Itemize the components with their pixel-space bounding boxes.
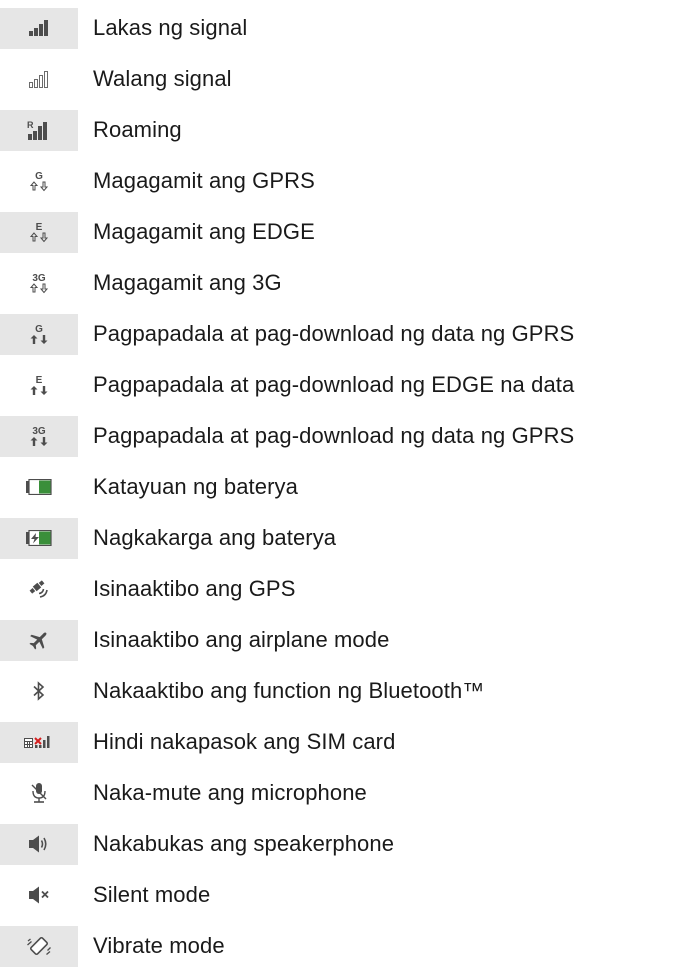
microphone-muted-icon	[31, 783, 47, 803]
list-item: G Magagamit ang GPRS	[0, 158, 673, 209]
item-label: Roaming	[93, 117, 182, 142]
item-label: Pagpapadala at pag-download ng data ng G…	[93, 321, 575, 346]
item-label: Nakabukas ang speakerphone	[93, 831, 395, 856]
item-label: Walang signal	[93, 66, 232, 91]
svg-text:3G: 3G	[32, 426, 46, 437]
svg-text:G: G	[35, 171, 43, 182]
item-label: Isinaaktibo ang GPS	[93, 576, 296, 601]
3g-data-transfer-icon: 3G	[30, 426, 48, 446]
list-item: E Pagpapadala at pag-download ng EDGE na…	[0, 362, 673, 413]
gprs-data-transfer-icon: G	[30, 324, 48, 344]
icon-cell: E	[0, 211, 78, 253]
icon-cell: R	[0, 109, 78, 151]
svg-text:3G: 3G	[32, 273, 46, 284]
list-item: G Pagpapadala at pag-download ng data ng…	[0, 311, 673, 362]
item-label: Pagpapadala at pag-download ng data ng G…	[93, 423, 575, 448]
item-label: Pagpapadala at pag-download ng EDGE na d…	[93, 372, 575, 397]
gps-icon	[29, 580, 48, 598]
list-item: Isinaaktibo ang GPS	[0, 566, 673, 617]
icon-cell	[0, 7, 78, 49]
list-item: Katayuan ng baterya	[0, 464, 673, 515]
icon-cell	[0, 721, 78, 763]
item-label: Lakas ng signal	[93, 15, 248, 40]
list-item: Silent mode	[0, 872, 673, 923]
list-item: 3G Pagpapadala at pag-download ng data n…	[0, 413, 673, 464]
no-sim-card-icon	[24, 736, 50, 748]
bluetooth-icon	[33, 681, 45, 701]
list-item: R Roaming	[0, 107, 673, 158]
item-label: Magagamit ang GPRS	[93, 168, 315, 193]
list-item: Nakaaktibo ang function ng Bluetooth™	[0, 668, 673, 719]
icon-cell: G	[0, 313, 78, 355]
icon-cell	[0, 925, 78, 967]
list-item: Isinaaktibo ang airplane mode	[0, 617, 673, 668]
vibrate-mode-icon	[27, 936, 51, 956]
silent-mode-icon	[29, 886, 49, 904]
icon-cell: E	[0, 365, 78, 406]
list-item: 3G Magagamit ang 3G	[0, 260, 673, 311]
battery-charging-icon	[26, 530, 52, 546]
3g-available-icon: 3G	[29, 273, 49, 294]
item-label: Magagamit ang EDGE	[93, 219, 315, 244]
icon-cell: 3G	[0, 415, 78, 457]
signal-strength-icon	[29, 20, 48, 36]
item-label: Naka-mute ang microphone	[93, 780, 367, 805]
icon-cell	[0, 773, 78, 814]
item-label: Vibrate mode	[93, 933, 225, 958]
airplane-mode-icon	[29, 632, 47, 650]
item-label: Katayuan ng baterya	[93, 474, 298, 499]
gprs-available-icon: G	[29, 171, 49, 192]
icon-cell	[0, 59, 78, 100]
item-label: Hindi nakapasok ang SIM card	[93, 729, 396, 754]
icon-cell: G	[0, 161, 78, 202]
icon-cell	[0, 517, 78, 559]
speakerphone-on-icon	[29, 835, 47, 853]
icon-cell	[0, 619, 78, 661]
list-item: Lakas ng signal	[0, 5, 673, 56]
edge-data-transfer-icon: E	[30, 375, 48, 395]
battery-status-icon	[26, 479, 52, 495]
edge-available-icon: E	[29, 222, 49, 243]
list-item: E Magagamit ang EDGE	[0, 209, 673, 260]
icon-cell	[0, 823, 78, 865]
list-item: Hindi nakapasok ang SIM card	[0, 719, 673, 770]
item-label: Nakaaktibo ang function ng Bluetooth™	[93, 678, 485, 703]
icon-cell	[0, 569, 78, 610]
item-label: Magagamit ang 3G	[93, 270, 282, 295]
list-item: Vibrate mode	[0, 923, 673, 974]
icon-cell	[0, 875, 78, 916]
list-item: Naka-mute ang microphone	[0, 770, 673, 821]
item-label: Silent mode	[93, 882, 211, 907]
list-item: Nakabukas ang speakerphone	[0, 821, 673, 872]
status-icon-list: Lakas ng signal Walang signal R Roaming	[0, 5, 673, 974]
svg-text:G: G	[35, 324, 43, 335]
icon-cell	[0, 671, 78, 712]
item-label: Nagkakarga ang baterya	[93, 525, 337, 550]
icon-cell: 3G	[0, 263, 78, 304]
item-label: Isinaaktibo ang airplane mode	[93, 627, 390, 652]
svg-text:E: E	[36, 222, 43, 233]
svg-text:R: R	[27, 120, 34, 130]
no-signal-icon	[29, 71, 48, 88]
roaming-icon: R	[27, 120, 47, 140]
list-item: Walang signal	[0, 56, 673, 107]
svg-text:E: E	[36, 375, 43, 386]
list-item: Nagkakarga ang baterya	[0, 515, 673, 566]
icon-cell	[0, 467, 78, 508]
